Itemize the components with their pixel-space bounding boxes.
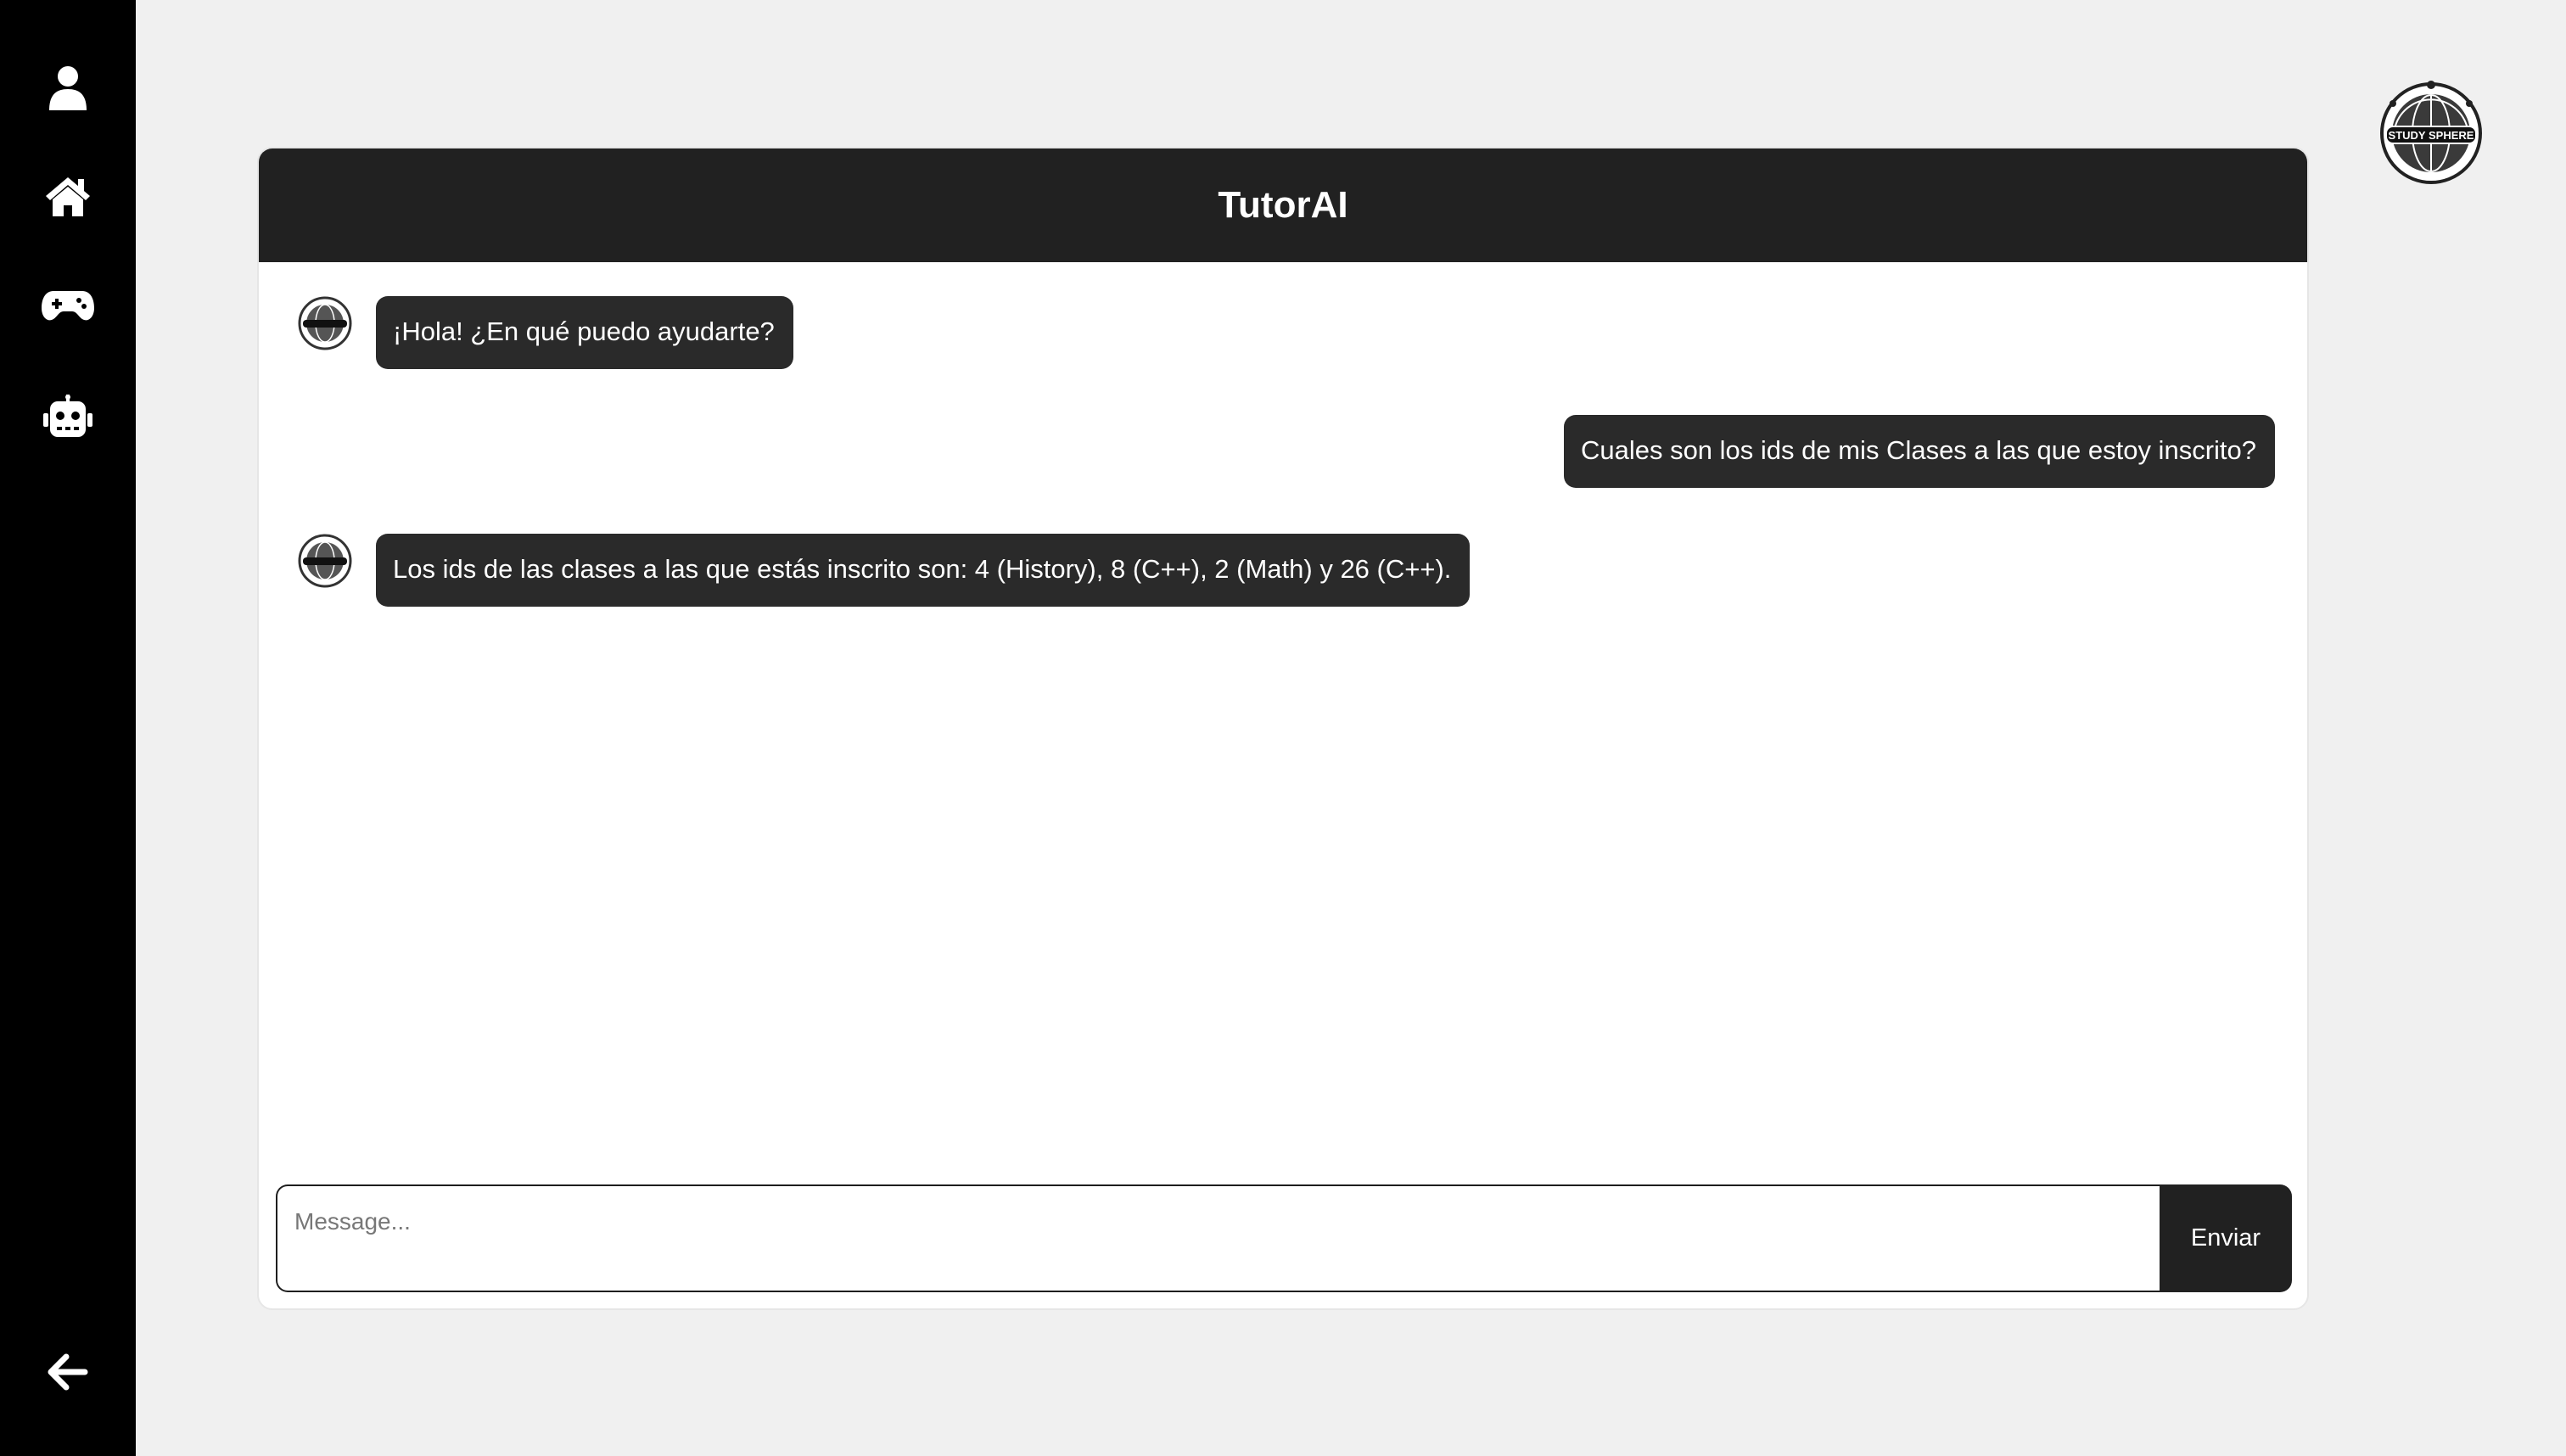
robot-icon <box>43 395 92 437</box>
chat-panel: TutorAI ¡Hola! ¿En qué puedo ayudarte? C… <box>257 147 2309 1310</box>
sidebar-item-games[interactable] <box>0 259 136 352</box>
logo-text: STUDY SPHERE <box>2389 129 2474 142</box>
message-input[interactable] <box>276 1184 2160 1292</box>
sidebar-item-home[interactable] <box>0 150 136 244</box>
gamepad-icon <box>42 291 94 321</box>
message-composer: Enviar <box>276 1184 2292 1292</box>
home-icon <box>46 177 90 216</box>
bot-avatar <box>298 534 352 588</box>
message-bubble: ¡Hola! ¿En qué puedo ayudarte? <box>376 296 793 369</box>
user-icon <box>49 66 87 110</box>
sidebar-item-profile[interactable] <box>0 41 136 134</box>
chat-title: TutorAI <box>1218 184 1348 226</box>
chat-header: TutorAI <box>259 148 2307 262</box>
sidebar-item-tutor-ai[interactable] <box>0 370 136 463</box>
message-list[interactable]: ¡Hola! ¿En qué puedo ayudarte? Cuales so… <box>259 262 2307 1308</box>
bot-avatar <box>298 296 352 350</box>
message-user: Cuales son los ids de mis Clases a las q… <box>1563 415 2275 488</box>
message-bot: Los ids de las clases a las que estás in… <box>298 534 1471 607</box>
message-bot: ¡Hola! ¿En qué puedo ayudarte? <box>298 296 793 369</box>
back-button[interactable] <box>0 1325 136 1419</box>
message-bubble: Los ids de las clases a las que estás in… <box>376 534 1471 607</box>
send-button[interactable]: Enviar <box>2160 1184 2292 1292</box>
study-sphere-logo: STUDY SPHERE <box>2376 78 2486 188</box>
sidebar <box>0 0 136 1456</box>
arrow-left-icon <box>48 1353 88 1391</box>
message-bubble: Cuales son los ids de mis Clases a las q… <box>1563 415 2275 488</box>
